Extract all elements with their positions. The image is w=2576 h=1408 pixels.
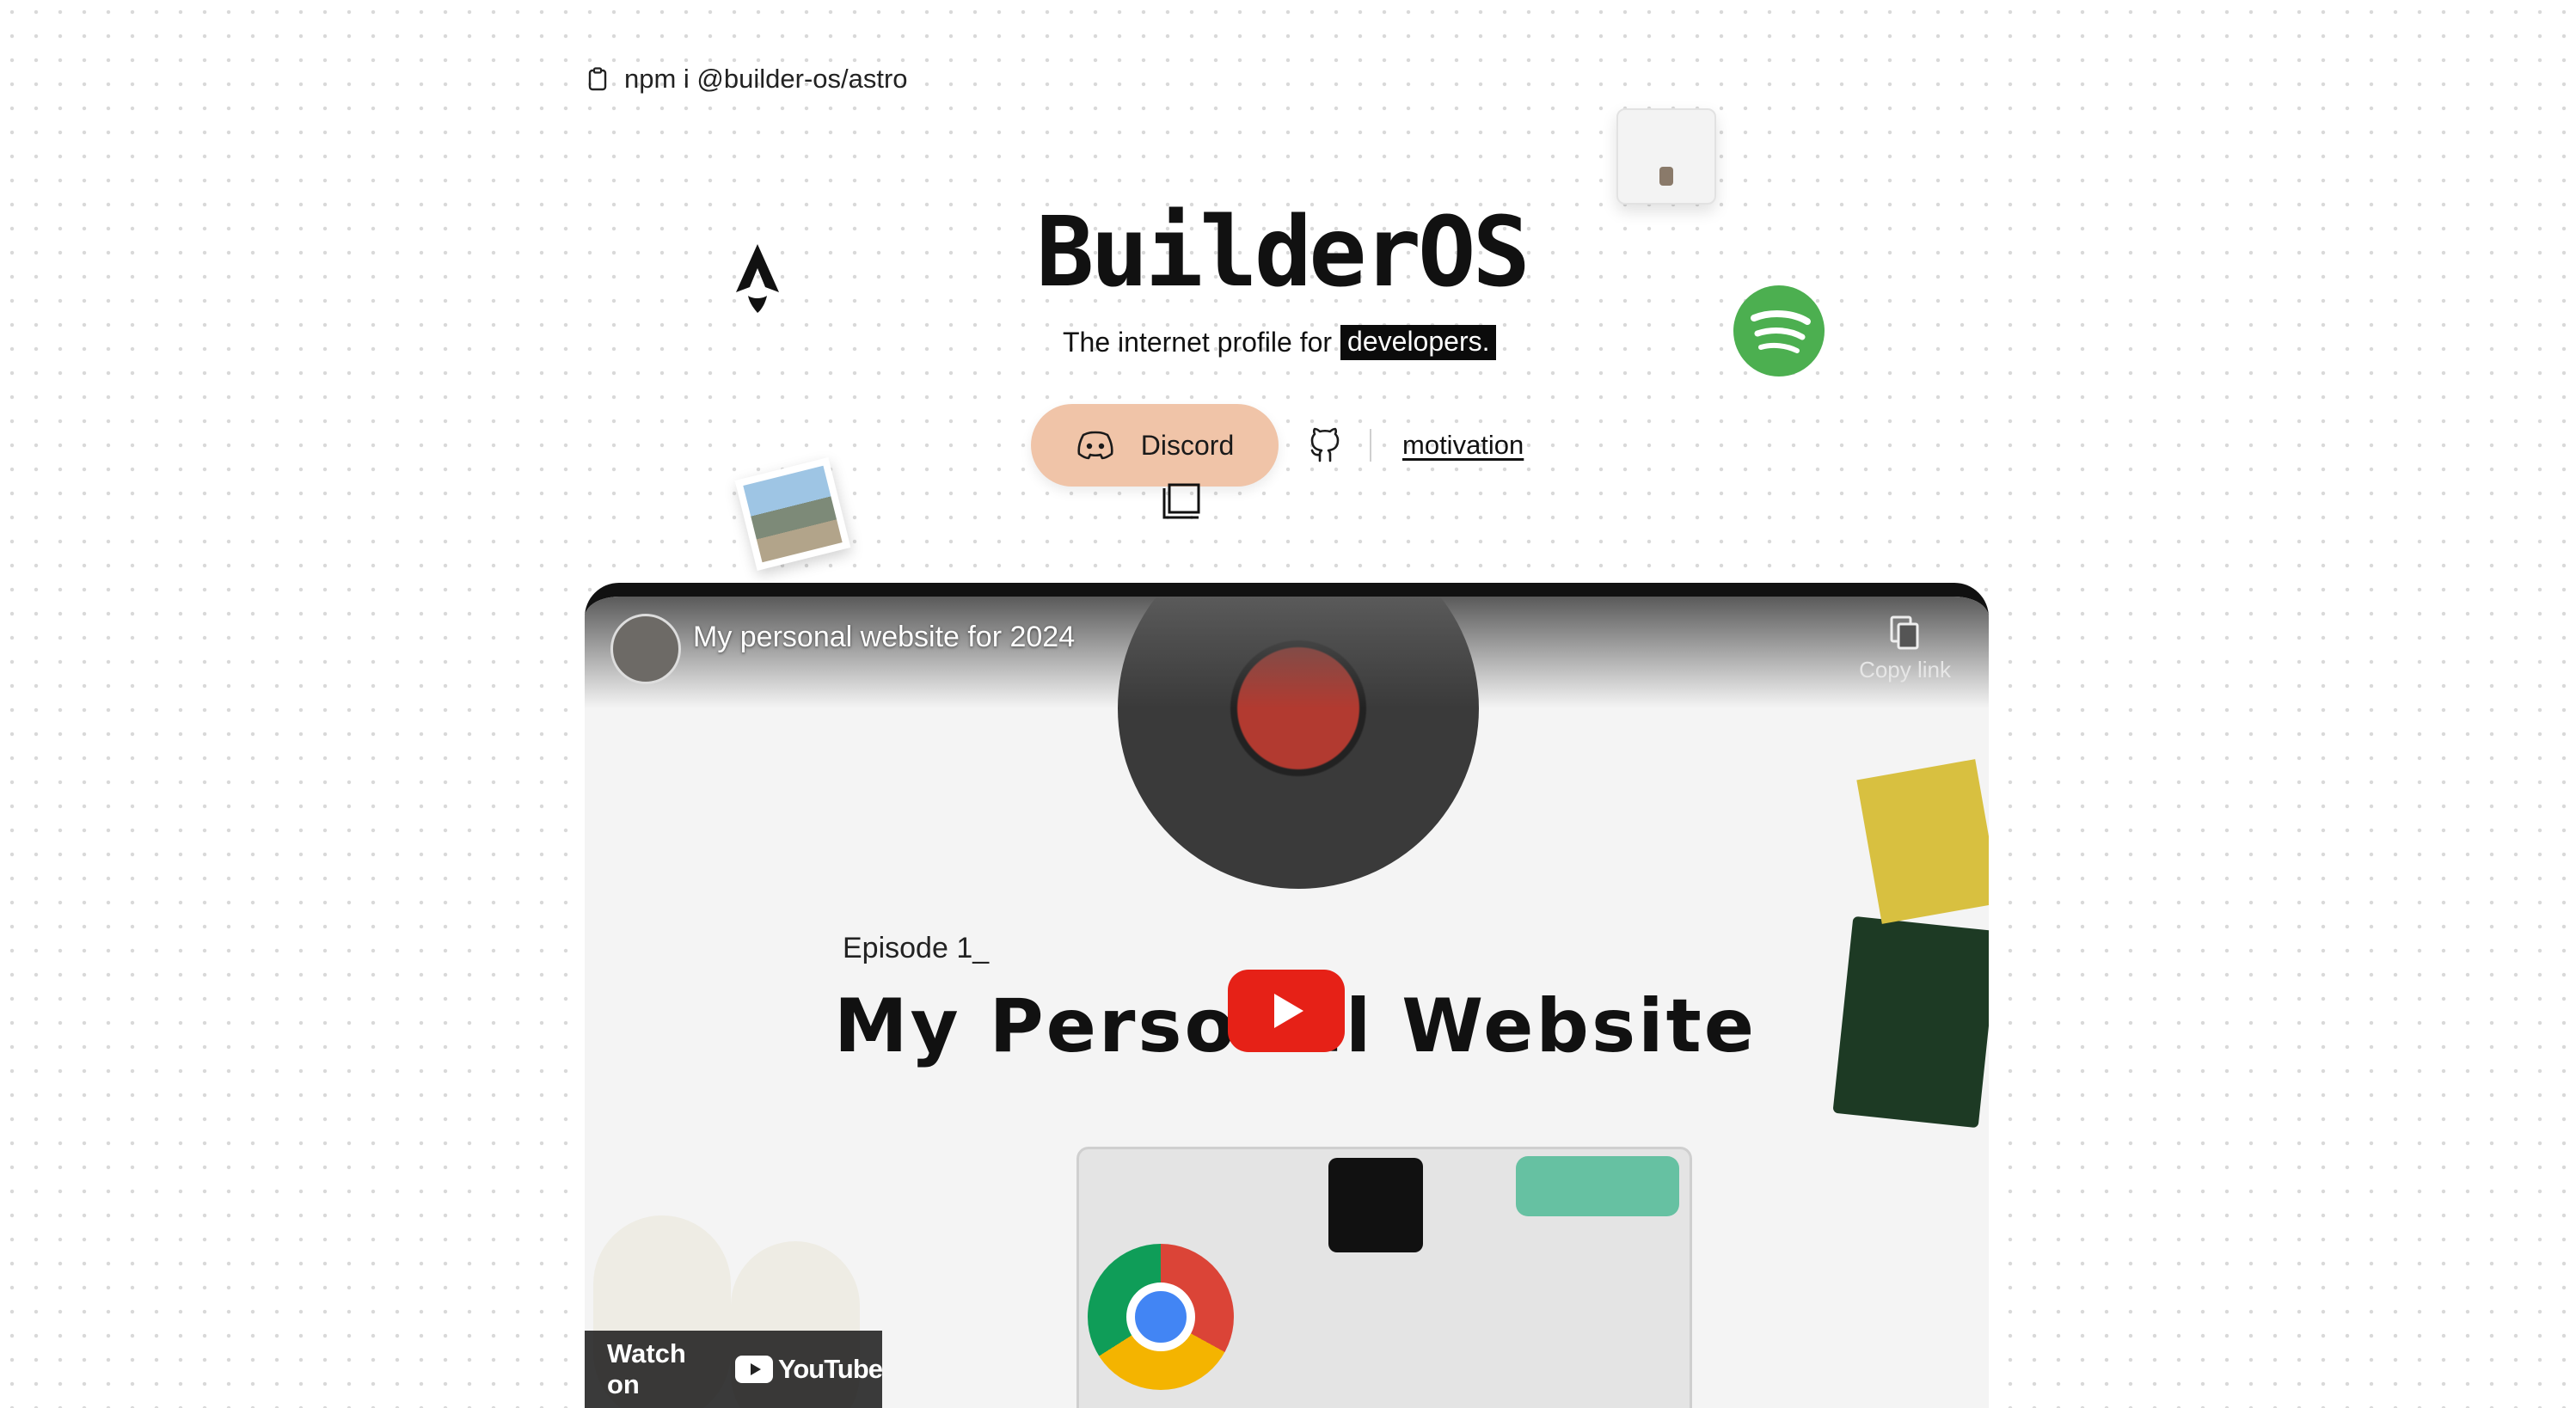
laptop-with-stickers [1076, 1147, 1692, 1408]
clipboard-icon[interactable] [588, 67, 607, 91]
episode-label: Episode 1_ [843, 932, 990, 964]
passport-book [1832, 759, 1989, 1164]
watch-on-label: Watch on [607, 1338, 686, 1399]
keycap-figure [1659, 167, 1673, 186]
discord-button[interactable]: Discord [1031, 404, 1279, 487]
chrome-sticker-center [1126, 1283, 1195, 1351]
video-title[interactable]: My personal website for 2024 [693, 621, 1075, 654]
watch-on-youtube-button[interactable]: Watch on YouTube [585, 1331, 883, 1408]
photo-sticker[interactable] [734, 457, 851, 571]
discord-label: Discord [1140, 429, 1235, 461]
tagline-prefix: The internet profile for [1063, 327, 1333, 358]
copy-icon [1890, 615, 1919, 650]
copy-link-button[interactable]: Copy link [1859, 614, 1951, 683]
github-icon[interactable] [1306, 426, 1344, 464]
tagline-highlight: developers. [1340, 325, 1497, 360]
npm-install-command[interactable]: npm i @builder-os/astro [588, 64, 908, 95]
divider [1370, 429, 1371, 462]
astro-logo-icon[interactable] [727, 242, 788, 315]
builderos-wordmark: BuilderOS [1036, 198, 1530, 309]
copy-link-label: Copy link [1859, 657, 1951, 683]
keycap-sticker[interactable] [1616, 108, 1716, 205]
play-button[interactable] [1228, 970, 1345, 1052]
city-photo [743, 465, 843, 563]
brand-name: BuilderOS [1036, 198, 1527, 309]
youtube-video-embed[interactable]: My personal website for 2024 Copy link E… [585, 583, 1989, 1408]
channel-avatar[interactable] [610, 614, 681, 684]
youtube-wordmark: YouTube [778, 1354, 883, 1384]
book-icon[interactable] [1161, 481, 1204, 521]
figma-sticker [1328, 1158, 1423, 1252]
spotify-icon[interactable] [1732, 284, 1826, 378]
youtube-icon [735, 1356, 773, 1383]
tagline: The internet profile for developers. [1063, 325, 1497, 360]
motivation-link[interactable]: motivation [1402, 430, 1524, 461]
action-row: Discord motivation [1031, 404, 1524, 487]
youtube-logo: YouTube [735, 1354, 883, 1385]
npm-command-text: npm i @builder-os/astro [624, 64, 908, 94]
discord-icon [1077, 431, 1113, 460]
atom-sticker [1516, 1156, 1679, 1216]
